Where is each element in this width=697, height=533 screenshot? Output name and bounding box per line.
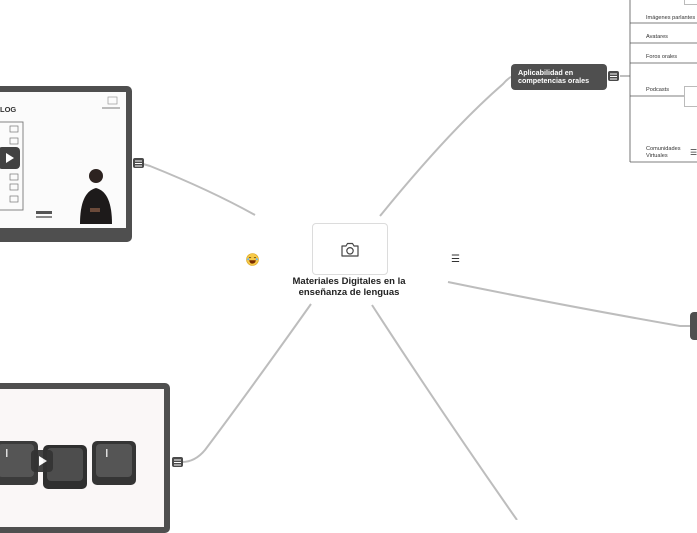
topic-menu-button[interactable]	[608, 71, 619, 81]
central-image[interactable]	[312, 223, 388, 275]
subtopic-menu-icon[interactable]: ☰	[690, 148, 697, 158]
central-menu-icon[interactable]: ☰	[451, 255, 460, 265]
topic-right-partial[interactable]	[690, 312, 697, 340]
subtopic-imagenes-parlantes[interactable]: Imágenes parlantes	[646, 15, 695, 22]
connector-right	[447, 281, 692, 327]
keyboard-key-3	[92, 441, 136, 485]
topic-label: Aplicabilidad en competencias orales	[518, 68, 590, 85]
card2-menu-button[interactable]	[172, 457, 183, 467]
card1-menu-button[interactable]	[133, 158, 144, 168]
topic-aplicabilidad[interactable]: Aplicabilidad en competencias orales	[511, 64, 607, 90]
connector-bottom	[371, 304, 518, 520]
central-topic-title[interactable]: Materiales Digitales en la enseñanza de …	[270, 276, 428, 298]
video-thumb-text: LOG	[0, 105, 17, 114]
connector-sub-bracket	[620, 0, 631, 162]
connector-card2	[181, 303, 312, 463]
subtopic-avatares[interactable]: Avatares	[646, 34, 668, 41]
connector-topic	[379, 75, 514, 217]
subtopic-box-top	[684, 0, 697, 5]
connector-card1	[142, 163, 256, 216]
subtopic-podcasts[interactable]: Podcasts	[646, 87, 669, 94]
subtopic-comunidades-virtuales[interactable]: Comunidades Virtuales	[646, 146, 688, 160]
subtopic-foros-orales[interactable]: Foros orales	[646, 54, 677, 61]
video-play-button[interactable]	[0, 147, 20, 169]
keyboard-thumbnail	[0, 389, 164, 527]
video-card-blogs[interactable]: LOG logs	[0, 86, 132, 242]
video-play-button[interactable]	[31, 450, 53, 472]
video-card-keyboard[interactable]	[0, 383, 170, 533]
laughing-face-icon	[246, 253, 259, 266]
subtopic-box-podcasts	[684, 86, 697, 107]
camera-icon	[341, 242, 359, 257]
